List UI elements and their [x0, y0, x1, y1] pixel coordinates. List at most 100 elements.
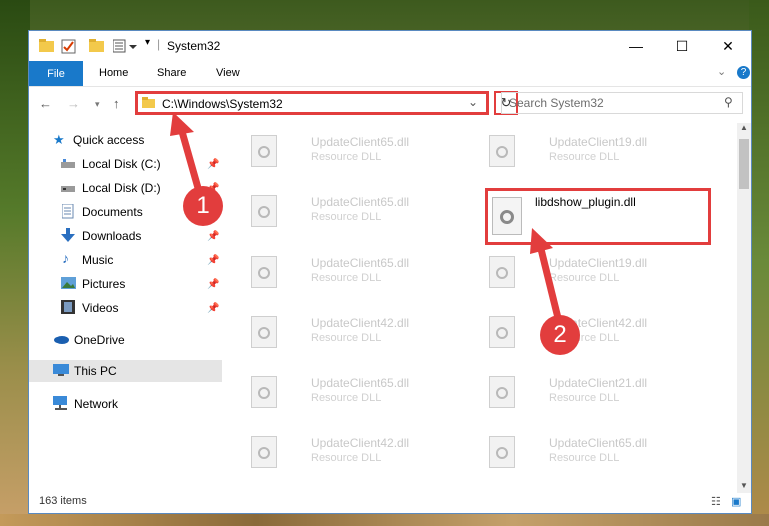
minimize-button[interactable]: —	[613, 31, 659, 61]
dll-file-icon	[251, 195, 277, 227]
dll-file-icon	[251, 316, 277, 348]
file-item[interactable]: UpdateClient21.dll Resource DLL	[489, 372, 709, 420]
pin-icon[interactable]: 📌	[207, 159, 219, 170]
new-folder-icon[interactable]	[89, 39, 105, 56]
back-arrow-icon[interactable]: ←	[39, 96, 52, 111]
file-name: UpdateClient19.dll	[549, 135, 648, 149]
tab-home[interactable]: Home	[99, 67, 128, 79]
step-marker-one: 1	[183, 186, 223, 226]
gear-icon	[500, 210, 514, 224]
dll-file-icon	[489, 376, 515, 408]
file-name: UpdateClient42.dll	[311, 436, 410, 450]
search-placeholder: Search System32	[509, 96, 604, 110]
step-marker-two: 2	[540, 315, 580, 355]
nav-item-quick-access[interactable]: ★ Quick access	[29, 129, 222, 151]
help-icon[interactable]: ?	[737, 66, 750, 79]
dll-file-icon	[489, 316, 515, 348]
window-title: System32	[167, 39, 221, 53]
nav-item-label: Downloads	[82, 229, 142, 243]
file-item[interactable]: UpdateClient19.dll Resource DLL	[489, 131, 709, 179]
pin-icon[interactable]: 📌	[207, 279, 219, 290]
nav-item-label: OneDrive	[74, 333, 125, 347]
navigation-pane: ★ Quick access Local Disk (C:) 📌 Local D…	[29, 123, 222, 493]
file-name: UpdateClient65.dll	[311, 135, 410, 149]
dll-file-icon	[489, 135, 515, 167]
file-item[interactable]: UpdateClient42.dll Resource DLL	[251, 432, 471, 480]
file-type: Resource DLL	[311, 332, 382, 344]
file-item[interactable]: UpdateClient65.dll Resource DLL	[251, 252, 471, 300]
nav-item-label: Local Disk (C:)	[82, 157, 161, 171]
nav-item-label: Documents	[82, 205, 143, 219]
expand-ribbon-icon[interactable]: ⌄	[717, 65, 726, 78]
large-icons-view-icon[interactable]: ▣	[731, 495, 741, 508]
tab-view[interactable]: View	[216, 67, 240, 79]
file-name: UpdateClient65.dll	[311, 256, 410, 270]
nav-item-this-pc[interactable]: This PC	[29, 360, 222, 382]
file-item[interactable]: UpdateClient42.dll Resource DLL	[489, 312, 709, 360]
nav-item-music[interactable]: ♪ Music 📌	[29, 249, 222, 271]
scroll-down-icon[interactable]: ▼	[740, 481, 748, 490]
file-item[interactable]: UpdateClient65.dll Resource DLL	[251, 191, 471, 239]
file-name: UpdateClient19.dll	[549, 256, 648, 270]
file-item[interactable]: UpdateClient65.dll Resource DLL	[251, 372, 471, 420]
file-type: Resource DLL	[549, 272, 620, 284]
desktop-background-right	[749, 0, 769, 526]
file-item[interactable]: UpdateClient65.dll Resource DLL	[251, 131, 471, 179]
forward-arrow-icon[interactable]: →	[67, 96, 80, 111]
dll-file-icon	[251, 376, 277, 408]
cloud-icon	[53, 333, 69, 347]
file-name: UpdateClient65.dll	[311, 376, 410, 390]
nav-item-onedrive[interactable]: OneDrive	[29, 329, 222, 351]
up-arrow-icon[interactable]: ↑	[113, 96, 120, 111]
file-item[interactable]: UpdateClient19.dll Resource DLL	[489, 252, 709, 300]
address-bar[interactable]: C:\Windows\System32 ⌄	[135, 91, 489, 115]
desktop-background-bottom	[0, 514, 769, 526]
file-type: Resource DLL	[549, 392, 620, 404]
nav-item-downloads[interactable]: Downloads 📌	[29, 225, 222, 247]
file-tab[interactable]: File	[29, 61, 83, 86]
file-explorer-window: ▾ | System32 — ☐ ✕ File Home Share View …	[28, 30, 752, 514]
file-name: UpdateClient42.dll	[311, 316, 410, 330]
search-icon[interactable]: ⚲	[724, 95, 733, 109]
title-divider: |	[157, 37, 161, 51]
item-count: 163 items	[39, 495, 87, 507]
nav-item-network[interactable]: Network	[29, 393, 222, 415]
highlighted-file-name: libdshow_plugin.dll	[535, 195, 636, 209]
file-item[interactable]: UpdateClient42.dll Resource DLL	[251, 312, 471, 360]
file-name: UpdateClient65.dll	[549, 436, 648, 450]
nav-item-label: Quick access	[73, 133, 145, 147]
highlighted-file-item[interactable]: libdshow_plugin.dll	[485, 188, 711, 245]
status-bar: 163 items ☷ ▣	[29, 493, 751, 513]
title-bar: ▾ | System32 — ☐ ✕	[29, 31, 751, 61]
recent-locations-icon[interactable]: ▾	[95, 99, 100, 110]
pin-icon[interactable]: 📌	[207, 231, 219, 242]
dll-file-icon	[251, 256, 277, 288]
file-type: Resource DLL	[549, 452, 620, 464]
details-view-icon[interactable]: ☷	[711, 495, 721, 508]
scrollbar-thumb[interactable]	[739, 139, 749, 189]
file-item[interactable]: UpdateClient65.dll Resource DLL	[489, 432, 709, 480]
address-dropdown-icon[interactable]: ⌄	[468, 95, 478, 109]
tab-share[interactable]: Share	[157, 67, 186, 79]
file-name: UpdateClient21.dll	[549, 376, 648, 390]
maximize-button[interactable]: ☐	[659, 31, 705, 61]
search-box[interactable]: Search System32 ⚲	[501, 92, 743, 114]
properties-checkmark-icon[interactable]	[61, 39, 77, 58]
pin-icon[interactable]: 📌	[207, 255, 219, 266]
nav-item-videos[interactable]: Videos 📌	[29, 297, 222, 319]
nav-item-label: Pictures	[82, 277, 126, 291]
file-list: UpdateClient65.dll Resource DLL UpdateCl…	[237, 123, 737, 493]
close-button[interactable]: ✕	[705, 31, 751, 61]
file-type: Resource DLL	[311, 452, 382, 464]
desktop-background-left	[0, 0, 30, 526]
customize-toolbar-icon[interactable]	[112, 39, 141, 56]
nav-item-label: Music	[82, 253, 114, 267]
pin-icon[interactable]: 📌	[207, 303, 219, 314]
scroll-up-icon[interactable]: ▲	[740, 123, 748, 132]
nav-item-pictures[interactable]: Pictures 📌	[29, 273, 222, 295]
vertical-scrollbar[interactable]: ▲ ▼	[737, 123, 751, 493]
nav-item-label: Videos	[82, 301, 119, 315]
dropdown-arrow-icon[interactable]: ▾	[145, 37, 150, 48]
file-type: Resource DLL	[311, 211, 382, 223]
nav-item-local-disk-c[interactable]: Local Disk (C:) 📌	[29, 153, 222, 175]
